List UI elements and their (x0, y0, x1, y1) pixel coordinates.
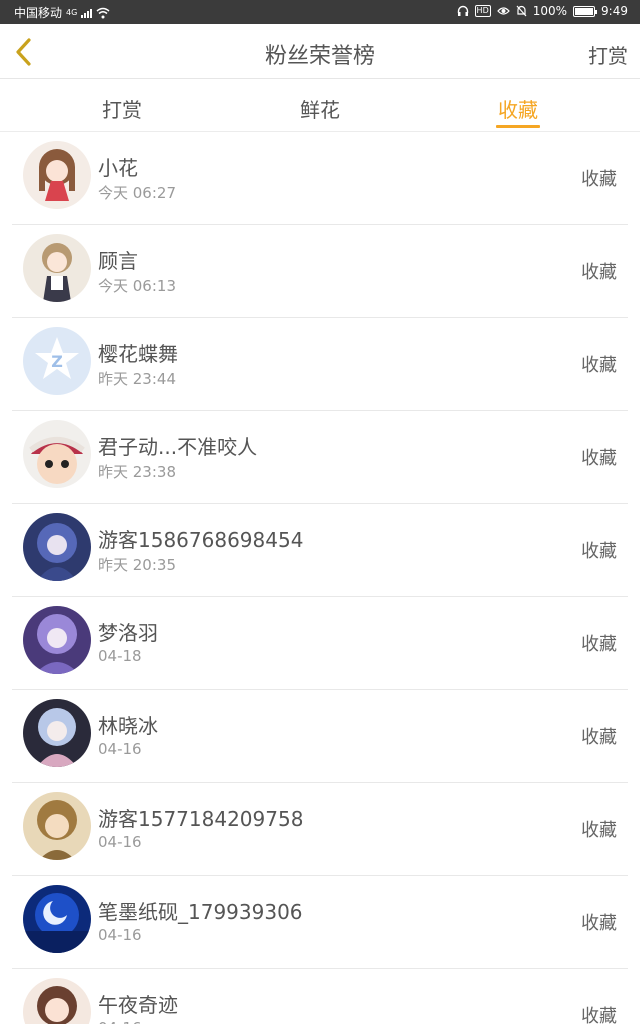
network-label: 4G (66, 8, 78, 17)
tab-reward[interactable]: 打赏 (72, 94, 172, 123)
headphones-icon (457, 5, 468, 16)
svg-text:Z: Z (51, 352, 63, 371)
list-item[interactable]: 君子动...不准咬人 昨天 23:38 收藏 (0, 411, 640, 504)
avatar[interactable] (23, 606, 91, 674)
avatar[interactable] (23, 978, 91, 1024)
fan-name: 君子动...不准咬人 (98, 435, 258, 459)
list-item[interactable]: 游客1577184209758 04-16 收藏 (0, 783, 640, 876)
hd-icon: HD (474, 5, 491, 17)
active-tab-indicator (496, 125, 540, 128)
avatar[interactable] (23, 141, 91, 209)
status-bar: 中国移动 4G HD 100% 9:49 (0, 0, 640, 24)
tab-bar: 打赏 鲜花 收藏 (0, 80, 640, 132)
avatar[interactable] (23, 699, 91, 767)
fan-time: 04-16 (98, 1019, 142, 1024)
favorite-label: 收藏 (581, 820, 617, 841)
status-right: HD 100% 9:49 (457, 4, 628, 18)
battery-icon (573, 5, 598, 17)
fan-name: 游客1586768698454 (98, 528, 304, 552)
list-item[interactable]: 林晓冰 04-16 收藏 (0, 690, 640, 783)
avatar[interactable] (23, 420, 91, 488)
reward-button[interactable]: 打赏 (588, 40, 628, 69)
wifi-icon (96, 7, 110, 18)
status-left: 中国移动 4G (14, 4, 110, 21)
favorite-label: 收藏 (581, 448, 617, 469)
fan-time: 昨天 23:44 (98, 370, 176, 388)
favorite-label: 收藏 (581, 913, 617, 934)
clock: 9:49 (601, 4, 628, 18)
fan-time: 04-18 (98, 647, 142, 665)
avatar[interactable] (23, 234, 91, 302)
page-title: 粉丝荣誉榜 (264, 44, 375, 69)
fan-time: 今天 06:27 (98, 184, 176, 202)
list-item[interactable]: Z 樱花蝶舞 昨天 23:44 收藏 (0, 318, 640, 411)
fan-name: 笔墨纸砚_179939306 (98, 900, 303, 924)
mute-icon (516, 5, 527, 17)
fan-name: 梦洛羽 (98, 621, 158, 645)
avatar[interactable] (23, 792, 91, 860)
fan-name: 游客1577184209758 (98, 807, 304, 831)
avatar[interactable] (23, 885, 91, 953)
favorite-label: 收藏 (581, 169, 617, 190)
fan-list: 小花 今天 06:27 收藏 顾言 今天 06:13 收藏 Z 樱花蝶舞 昨天 … (0, 132, 640, 1024)
favorite-label: 收藏 (581, 727, 617, 748)
list-item[interactable]: 游客1586768698454 昨天 20:35 收藏 (0, 504, 640, 597)
fan-time: 今天 06:13 (98, 277, 176, 295)
fan-name: 林晓冰 (98, 714, 158, 738)
fan-name: 顾言 (98, 249, 138, 273)
fan-time: 昨天 23:38 (98, 463, 176, 481)
favorite-label: 收藏 (581, 355, 617, 376)
list-item[interactable]: 笔墨纸砚_179939306 04-16 收藏 (0, 876, 640, 969)
battery-fill (575, 7, 594, 15)
carrier-label: 中国移动 (14, 6, 63, 20)
fan-name: 樱花蝶舞 (98, 342, 178, 366)
favorite-label: 收藏 (581, 541, 617, 562)
fan-name: 小花 (98, 156, 138, 180)
avatar[interactable] (23, 513, 91, 581)
signal-icon (81, 8, 93, 18)
battery-percent: 100% (532, 4, 568, 18)
favorite-label: 收藏 (581, 634, 617, 655)
list-item[interactable]: 梦洛羽 04-18 收藏 (0, 597, 640, 690)
fan-time: 04-16 (98, 833, 142, 851)
fan-name: 午夜奇迹 (98, 993, 178, 1017)
fan-time: 04-16 (98, 926, 142, 944)
list-item[interactable]: 午夜奇迹 04-16 收藏 (0, 969, 640, 1024)
favorite-label: 收藏 (581, 262, 617, 283)
fan-time: 昨天 20:35 (98, 556, 176, 574)
list-item[interactable]: 顾言 今天 06:13 收藏 (0, 225, 640, 318)
tab-flowers[interactable]: 鲜花 (270, 94, 370, 123)
title-bar: 粉丝荣誉榜 打赏 (0, 24, 640, 79)
favorite-label: 收藏 (581, 1006, 617, 1024)
tab-favorites[interactable]: 收藏 (468, 94, 568, 123)
eye-icon (496, 7, 510, 15)
avatar[interactable]: Z (23, 327, 91, 395)
list-item[interactable]: 小花 今天 06:27 收藏 (0, 132, 640, 225)
fan-time: 04-16 (98, 740, 142, 758)
